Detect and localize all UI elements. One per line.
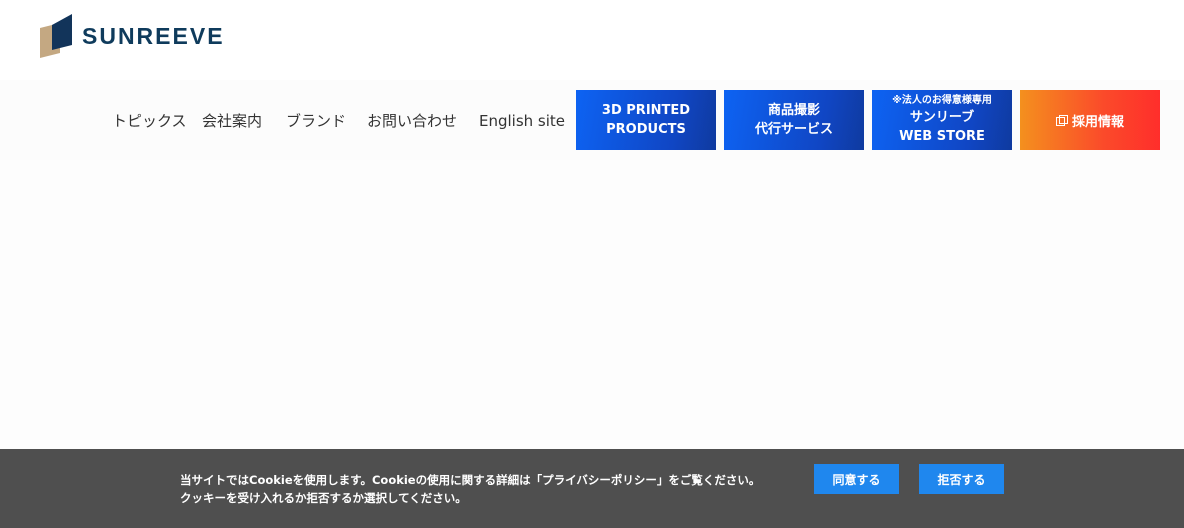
button-label-line: 3D PRINTED — [601, 103, 691, 118]
recruit-label: 採用情報 — [1071, 114, 1124, 130]
nav-english-link[interactable]: English site — [479, 112, 565, 130]
button-label-line: WEB STORE — [899, 129, 985, 144]
cookie-accept-button[interactable]: 同意する — [814, 464, 899, 494]
nav-contact-link[interactable]: お問い合わせ — [367, 112, 457, 130]
brand-wordmark: SUNREEVE — [82, 23, 225, 49]
nav-brand-link[interactable]: ブランド — [286, 112, 346, 130]
sunreeve-logo-icon — [40, 14, 74, 58]
nav-company-link[interactable]: 会社案内 — [202, 112, 262, 130]
button-label-line: 代行サービス — [754, 122, 833, 137]
cookie-message: 当サイトではCookieを使用します。Cookieの使用に関する詳細は「プライバ… — [180, 471, 760, 507]
product-photo-service-button[interactable]: 商品撮影 代行サービス — [724, 90, 864, 150]
button-label-line: PRODUCTS — [606, 122, 686, 137]
nav-topics-link[interactable]: トピックス — [112, 112, 187, 130]
store-note: ※法人のお得意様専用 — [892, 95, 992, 106]
site-header: SUNREEVE — [0, 0, 1184, 80]
cookie-reject-button[interactable]: 拒否する — [919, 464, 1004, 494]
external-link-icon — [1055, 115, 1068, 126]
cookie-message-line: クッキーを受け入れるか拒否するか選択してください。 — [180, 491, 467, 505]
web-store-button[interactable]: ※法人のお得意様専用 サンリーブ WEB STORE — [872, 90, 1012, 150]
recruit-button[interactable]: 採用情報 — [1020, 90, 1160, 150]
cookie-message-line: 当サイトではCookieを使用します。Cookieの使用に関する詳細は「プライバ… — [180, 473, 761, 487]
site-logo[interactable]: SUNREEVE — [40, 14, 225, 58]
button-label-line: 商品撮影 — [767, 103, 820, 118]
cookie-consent-banner: 当サイトではCookieを使用します。Cookieの使用に関する詳細は「プライバ… — [0, 449, 1184, 528]
3d-printed-products-button[interactable]: 3D PRINTED PRODUCTS — [576, 90, 716, 150]
button-label-line: サンリーブ — [909, 110, 975, 125]
